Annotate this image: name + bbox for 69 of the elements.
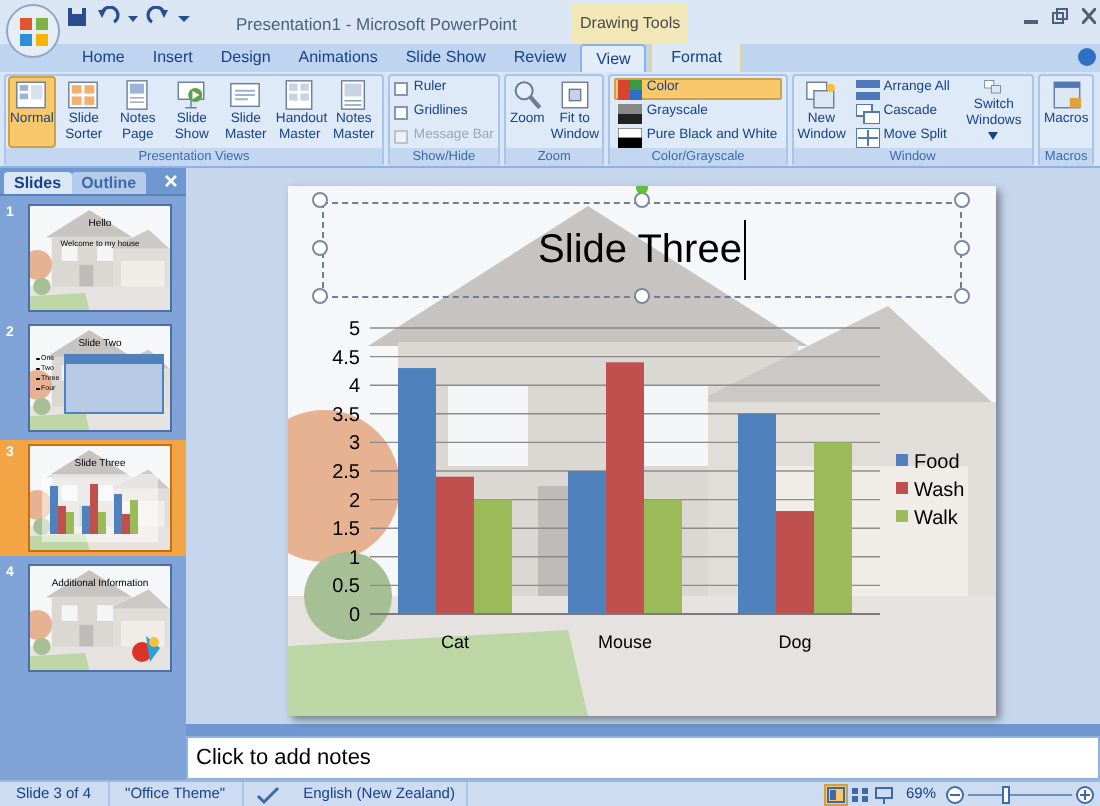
ribbon-tab[interactable]: Design — [206, 44, 285, 72]
category-label: Dog — [778, 632, 812, 652]
axis-tick-label: 2 — [348, 490, 360, 513]
notes-field[interactable]: Click to add notes — [186, 736, 1100, 780]
view-button[interactable] — [823, 783, 848, 805]
axis-tick-label: 3.5 — [332, 404, 360, 427]
axis-tick-label: 4 — [348, 376, 360, 399]
four-squares-icon — [17, 15, 49, 47]
shade-swatch-icon — [618, 103, 643, 123]
view-button[interactable] — [847, 783, 872, 805]
arrange-icon — [855, 79, 880, 99]
checkbox[interactable] — [393, 82, 408, 96]
close-icon — [164, 174, 178, 188]
normal-view-icon — [825, 785, 846, 803]
minus-icon — [950, 793, 960, 795]
pane-tab[interactable]: Slides — [4, 172, 72, 194]
projector-icon — [873, 785, 894, 803]
ribbon-tab[interactable]: Insert — [138, 44, 207, 72]
ribbon-tab[interactable]: Animations — [284, 44, 392, 72]
fit-window-icon — [557, 78, 592, 112]
checkbox[interactable] — [393, 106, 408, 120]
redo-icon — [146, 6, 170, 28]
normal-view-icon — [14, 78, 49, 112]
ribbon-tab[interactable]: Format — [650, 44, 743, 72]
zoom-out-button[interactable] — [946, 785, 964, 803]
category-label: Mouse — [598, 632, 652, 652]
undo-icon — [96, 6, 120, 28]
save-icon — [66, 6, 88, 28]
axis-tick-label: 0 — [348, 605, 360, 627]
ribbon-tab[interactable]: Slide Show — [391, 44, 500, 72]
legend-label: Food — [914, 452, 960, 474]
slide-grid-icon — [66, 78, 101, 112]
slide-grid-icon — [849, 785, 870, 803]
restore-icon — [1052, 8, 1068, 24]
axis-tick-label: 1.5 — [332, 519, 360, 542]
notes-master-icon — [336, 78, 371, 112]
handout-icon — [282, 78, 317, 112]
thumbnail-chart-drawing — [42, 474, 158, 542]
zoom-in-button[interactable] — [1076, 785, 1094, 803]
palette-icon — [618, 79, 643, 99]
plus-icon — [1080, 789, 1090, 799]
slider-thumb[interactable] — [1001, 785, 1010, 803]
ribbon-tab[interactable]: Review — [499, 44, 581, 72]
clipart-drawing — [130, 632, 162, 664]
axis-tick-label: 4.5 — [332, 347, 360, 370]
contrast-swatch-icon — [618, 127, 643, 147]
legend-label: Walk — [914, 508, 958, 530]
help-icon[interactable] — [1078, 48, 1096, 66]
category-label: Cat — [441, 632, 469, 652]
slide-title: Slide Three — [538, 220, 746, 280]
spelling-check-icon — [255, 785, 280, 803]
axis-tick-label: 1 — [348, 547, 360, 570]
window-title: Presentation1 - Microsoft PowerPoint — [236, 12, 517, 38]
axis-tick-label: 5 — [348, 319, 360, 341]
projector-icon — [174, 78, 209, 112]
office-button[interactable] — [6, 4, 60, 58]
split-icon — [855, 127, 880, 147]
axis-tick-label: 3 — [348, 433, 360, 456]
contextual-tab-header: Drawing Tools — [572, 4, 689, 44]
axis-tick-label: 0.5 — [332, 576, 360, 599]
ribbon-tab[interactable]: View — [580, 44, 647, 72]
close-icon — [1082, 8, 1096, 24]
axis-tick-label: 2.5 — [332, 462, 360, 484]
view-button[interactable] — [871, 783, 896, 805]
legend-label: Wash — [914, 480, 965, 502]
slide-master-icon — [228, 78, 263, 112]
ribbon-tab[interactable]: Home — [68, 44, 139, 72]
thumbnail-table — [63, 354, 164, 414]
cascade-icon — [855, 103, 880, 123]
